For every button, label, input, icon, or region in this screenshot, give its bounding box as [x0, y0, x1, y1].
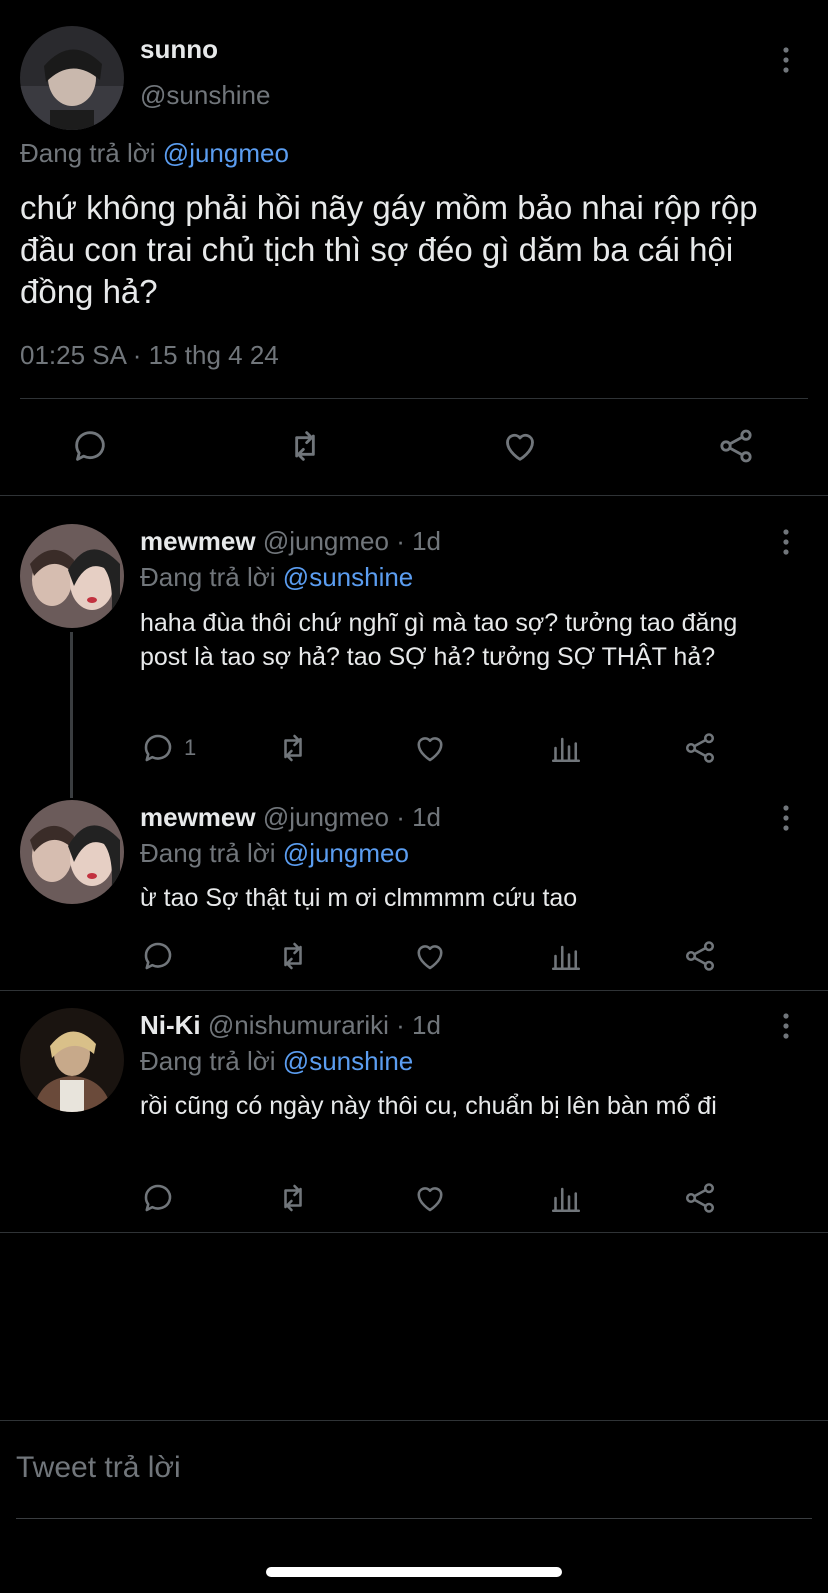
retweet-icon[interactable]: [274, 730, 312, 766]
reply-text: rồi cũng có ngày này thôi cu, chuẩn bị l…: [140, 1092, 717, 1120]
like-icon[interactable]: [412, 730, 448, 766]
reply-header: mewmew @jungmeo · 1d: [140, 526, 441, 557]
author-name[interactable]: mewmew: [140, 526, 256, 556]
analytics-icon[interactable]: [548, 1180, 584, 1216]
tweet-timestamp: 01:25 SA · 15 thg 4 24: [20, 340, 279, 370]
replying-to: Đang trả lời @jungmeo: [140, 838, 409, 869]
reply-icon: [140, 730, 176, 766]
like-icon[interactable]: [412, 1180, 448, 1216]
replying-to-handle[interactable]: @jungmeo: [163, 138, 289, 168]
reply-icon[interactable]: [70, 426, 110, 466]
replying-to: Đang trả lời @jungmeo: [20, 138, 289, 169]
replying-to: Đang trả lời @sunshine: [140, 1046, 413, 1077]
reply-header: Ni-Ki @nishumurariki · 1d: [140, 1010, 441, 1041]
reply-time: · 1d: [396, 526, 442, 556]
thread-line: [70, 632, 73, 798]
replying-to-label: Đang trả lời: [140, 1046, 276, 1076]
reply-input[interactable]: [16, 1440, 812, 1496]
share-icon[interactable]: [682, 938, 718, 974]
reply-text: ừ tao Sợ thật tụi m ơi clmmmm cứu tao: [140, 884, 578, 912]
reply-action-bar: [140, 1180, 740, 1220]
replying-to-handle[interactable]: @sunshine: [283, 1046, 413, 1076]
more-options-icon[interactable]: [774, 45, 798, 75]
avatar[interactable]: [20, 800, 124, 904]
author-name[interactable]: mewmew: [140, 802, 256, 832]
author-name[interactable]: sunno: [140, 34, 218, 65]
divider: [0, 1420, 828, 1421]
reply-action-bar: [140, 938, 740, 978]
reply-icon[interactable]: [140, 1180, 176, 1216]
avatar[interactable]: [20, 524, 124, 628]
replying-to-label: Đang trả lời: [140, 838, 276, 868]
divider: [0, 1232, 828, 1233]
reply-text: haha đùa thôi chứ nghĩ gì mà tao sợ? tưở…: [140, 609, 738, 671]
more-options-icon[interactable]: [774, 803, 798, 833]
replying-to-handle[interactable]: @sunshine: [283, 562, 413, 592]
divider: [16, 1518, 812, 1519]
more-options-icon[interactable]: [774, 527, 798, 557]
author-name[interactable]: Ni-Ki: [140, 1010, 201, 1040]
tweet-text: chứ không phải hồi nãy gáy mồm bảo nhai …: [20, 189, 758, 310]
reply-time: · 1d: [396, 802, 442, 832]
retweet-icon[interactable]: [274, 1180, 312, 1216]
home-indicator: [266, 1567, 562, 1577]
avatar[interactable]: [20, 26, 124, 130]
author-handle[interactable]: @nishumurariki: [208, 1010, 389, 1040]
reply-time: · 1d: [396, 1010, 441, 1040]
like-icon[interactable]: [412, 938, 448, 974]
like-icon[interactable]: [500, 426, 540, 466]
replying-to-label: Đang trả lời: [140, 562, 276, 592]
share-icon[interactable]: [716, 426, 756, 466]
reply-count: 1: [184, 735, 197, 760]
more-options-icon[interactable]: [774, 1011, 798, 1041]
reply-composer[interactable]: [16, 1440, 812, 1518]
replying-to-label: Đang trả lời: [20, 138, 156, 168]
analytics-icon[interactable]: [548, 938, 584, 974]
reply-icon[interactable]: [140, 938, 176, 974]
reply-header: mewmew @jungmeo · 1d: [140, 802, 441, 833]
share-icon[interactable]: [682, 1180, 718, 1216]
divider: [0, 495, 828, 496]
reply-button[interactable]: 1: [140, 730, 196, 766]
retweet-icon[interactable]: [284, 426, 326, 466]
replying-to-handle[interactable]: @jungmeo: [283, 838, 409, 868]
author-handle[interactable]: @sunshine: [140, 80, 270, 111]
divider: [20, 398, 808, 399]
avatar[interactable]: [20, 1008, 124, 1112]
author-handle[interactable]: @jungmeo: [263, 526, 389, 556]
share-icon[interactable]: [682, 730, 718, 766]
retweet-icon[interactable]: [274, 938, 312, 974]
author-handle[interactable]: @jungmeo: [263, 802, 389, 832]
analytics-icon[interactable]: [548, 730, 584, 766]
replying-to: Đang trả lời @sunshine: [140, 562, 413, 593]
reply-action-bar: 1: [140, 730, 740, 770]
divider: [0, 990, 828, 991]
